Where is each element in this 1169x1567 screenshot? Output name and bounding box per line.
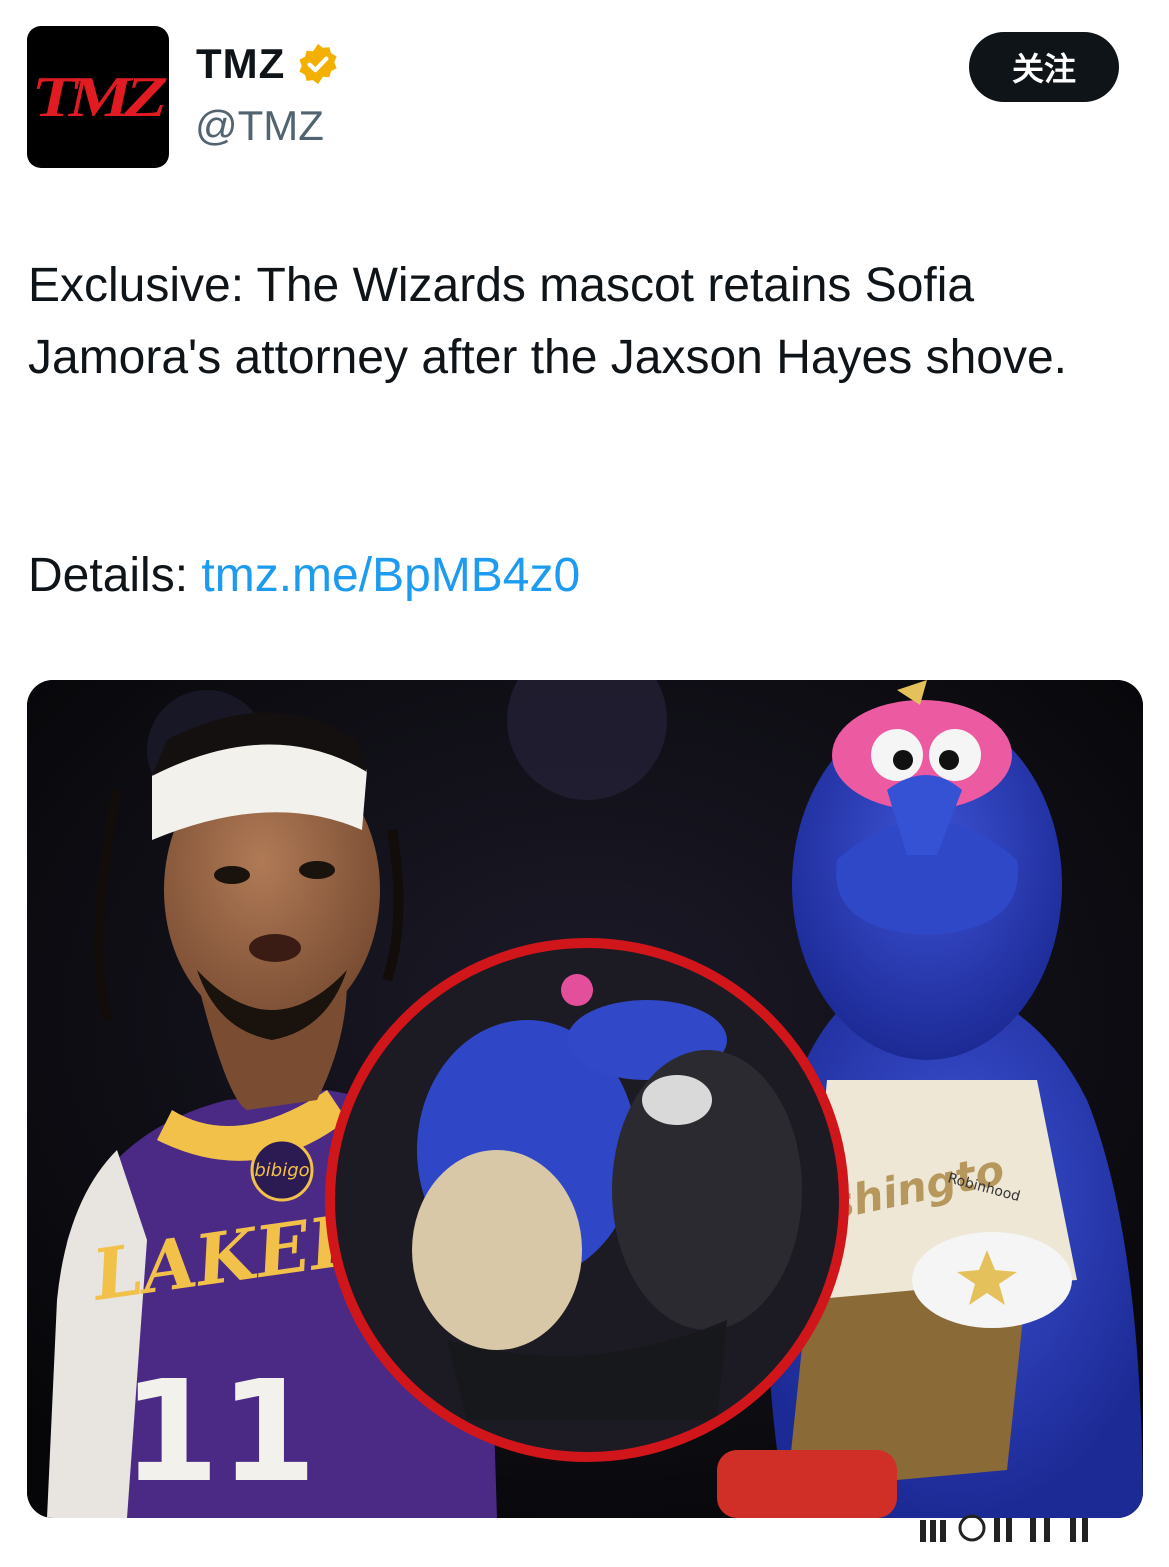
author-handle[interactable]: @TMZ (195, 102, 324, 150)
tweet-details: Details: tmz.me/BpMB4z0 (28, 540, 580, 612)
tmz-logo: TMZ (27, 64, 169, 129)
jersey-number: 11 (122, 1351, 317, 1514)
media-illustration: LAKERS 11 bibigo shingto Robinhood (27, 680, 1143, 1518)
details-label: Details: (28, 549, 202, 602)
watermark-icon (920, 1514, 1088, 1542)
tweet-media-image[interactable]: LAKERS 11 bibigo shingto Robinhood (27, 680, 1143, 1518)
verified-badge-icon (299, 43, 337, 85)
author-name-row: TMZ (196, 40, 341, 88)
tweet-link[interactable]: tmz.me/BpMB4z0 (201, 549, 580, 602)
avatar[interactable]: TMZ (27, 26, 169, 168)
highlight-inset (325, 938, 849, 1462)
jersey-patch-text: bibigo (254, 1160, 309, 1181)
follow-button[interactable]: 关注 (969, 32, 1119, 102)
tweet-text: Exclusive: The Wizards mascot retains So… (28, 259, 1068, 384)
author-display-name[interactable]: TMZ (196, 40, 285, 88)
